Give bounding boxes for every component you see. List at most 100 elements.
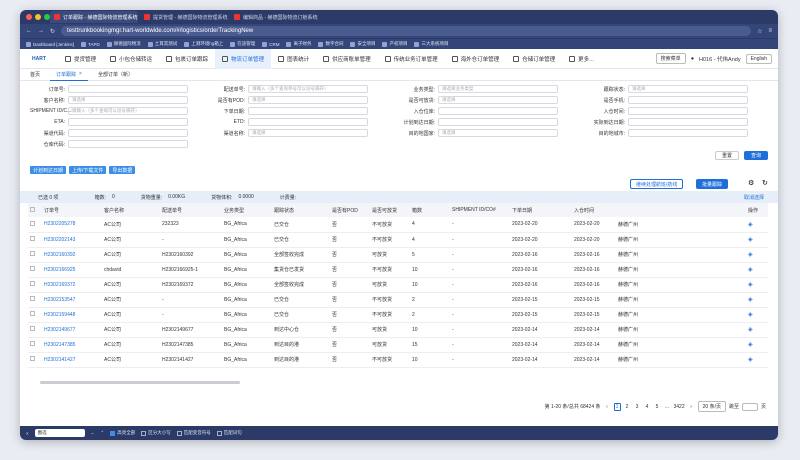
order-id-link[interactable]: H2302153547 bbox=[42, 292, 102, 308]
nav-item[interactable]: 小包仓储转运 bbox=[103, 49, 159, 69]
nav-item[interactable]: 仓储订单管理 bbox=[506, 49, 562, 69]
close-icon[interactable]: × bbox=[26, 431, 29, 436]
table-row[interactable]: H2302169372 AC公司 H2302169372 BG_Africa 全部签收完… bbox=[28, 277, 768, 293]
batch-track-button[interactable]: 批量跟踪 bbox=[696, 179, 729, 189]
filter-input[interactable] bbox=[248, 118, 368, 126]
nav-item[interactable]: 更多... bbox=[562, 49, 601, 69]
order-id-link[interactable]: H2302202143 bbox=[42, 232, 102, 248]
table-row[interactable]: H2302153547 AC公司 - BG_Africa 已交仓否不可放货 2-2023-… bbox=[28, 292, 768, 308]
filter-input[interactable] bbox=[68, 129, 188, 137]
nav-item[interactable]: 传统业务订单管理 bbox=[378, 49, 445, 69]
user-name[interactable]: H016 - 代伟Andy bbox=[699, 55, 741, 63]
view-detail-icon[interactable]: ◈ bbox=[748, 327, 753, 333]
filter-input[interactable] bbox=[628, 129, 748, 137]
language-button[interactable]: English bbox=[745, 53, 772, 64]
row-checkbox-cell[interactable] bbox=[28, 337, 42, 353]
page-number[interactable]: 2 bbox=[624, 403, 631, 411]
bookmark-item[interactable]: 三大系统项目 bbox=[414, 41, 448, 47]
find-option[interactable]: 匹配变音符号 bbox=[176, 430, 211, 436]
checkbox[interactable] bbox=[30, 266, 35, 271]
order-id-link[interactable]: H2302166925 bbox=[42, 262, 102, 278]
bookmark-item[interactable]: 产权项目 bbox=[382, 41, 407, 47]
filter-input[interactable]: 请选择 bbox=[248, 129, 368, 137]
order-id-link[interactable]: H2302159448 bbox=[42, 307, 102, 323]
page-number[interactable]: 3 bbox=[634, 403, 641, 411]
filter-input[interactable] bbox=[628, 118, 748, 126]
table-row[interactable]: H2302159448 AC公司 - BG_Africa 已交仓否不可放货 2-2023-… bbox=[28, 307, 768, 323]
filter-input[interactable] bbox=[68, 85, 188, 93]
order-id-link[interactable]: H2302147385 bbox=[42, 337, 102, 353]
order-id-link[interactable]: H2302169372 bbox=[42, 277, 102, 293]
bookmark-item[interactable]: 土耳其测试 bbox=[147, 41, 177, 47]
find-input[interactable]: 圈选 bbox=[34, 429, 85, 437]
filter-input[interactable] bbox=[68, 140, 188, 148]
filter-input[interactable]: 请选择 bbox=[628, 85, 748, 93]
search-menu-button[interactable]: 搜索菜单 bbox=[655, 53, 686, 64]
filter-input[interactable] bbox=[628, 96, 748, 104]
filter-input[interactable] bbox=[68, 118, 188, 126]
filter-input[interactable]: 请选择 bbox=[438, 129, 558, 137]
row-checkbox-cell[interactable] bbox=[28, 307, 42, 323]
bookmark-item[interactable]: 上测环境hg箱上 bbox=[184, 41, 223, 47]
bookmark-item[interactable]: 在途管理 bbox=[230, 41, 255, 47]
view-detail-icon[interactable]: ◈ bbox=[748, 237, 753, 243]
find-option[interactable]: 区分大小写 bbox=[141, 430, 171, 436]
checkbox[interactable] bbox=[176, 430, 182, 436]
row-checkbox-cell[interactable] bbox=[28, 217, 42, 233]
checkbox[interactable] bbox=[110, 430, 116, 436]
filter-input[interactable]: 请输入（多个查询单号可以逗号隔开） bbox=[248, 85, 368, 93]
prev-page-icon[interactable]: ‹ bbox=[604, 403, 611, 411]
page-number[interactable]: 1 bbox=[613, 402, 621, 411]
bookmark-item[interactable]: 赫德国际物流 bbox=[106, 41, 141, 47]
checkbox[interactable] bbox=[30, 206, 35, 212]
row-checkbox-cell[interactable] bbox=[28, 277, 42, 293]
bookmark-item[interactable]: CRM bbox=[262, 41, 279, 47]
page-number[interactable]: 4 bbox=[644, 403, 651, 411]
find-option[interactable]: 高亮全部 bbox=[110, 430, 135, 436]
nav-item[interactable]: 包裹订单跟踪 bbox=[159, 49, 215, 69]
table-row[interactable]: H2302166925 chdavid H2302166925-1 BG_Africa… bbox=[28, 262, 768, 278]
upload-download-button[interactable]: 上传/下载文件 bbox=[69, 166, 107, 174]
nav-item[interactable]: 海外仓订单管理 bbox=[445, 49, 507, 69]
bookmark-item[interactable]: TAPD bbox=[81, 41, 100, 47]
bookmark-item[interactable]: 数字合同 bbox=[318, 41, 343, 47]
checkbox[interactable] bbox=[30, 251, 35, 256]
checkbox[interactable] bbox=[30, 296, 35, 301]
view-detail-icon[interactable]: ◈ bbox=[748, 357, 753, 363]
order-id-link[interactable]: H2302205278 bbox=[42, 217, 102, 233]
nav-item[interactable]: 物流订单管理 bbox=[215, 48, 272, 69]
bookmark-item[interactable]: Dashboard [Jenkins] bbox=[26, 41, 74, 47]
window-controls[interactable] bbox=[26, 14, 50, 20]
url-field[interactable]: testtrunkbookingmgr.hart-worldwide.com/#… bbox=[61, 26, 752, 36]
tab-order-tracking[interactable]: 订单跟踪 × bbox=[50, 69, 88, 81]
page-size-select[interactable]: 20 条/页 bbox=[697, 401, 726, 412]
view-detail-icon[interactable]: ◈ bbox=[748, 252, 753, 258]
row-checkbox-cell[interactable] bbox=[28, 247, 42, 263]
filter-input[interactable] bbox=[438, 107, 558, 115]
chevron-up-icon[interactable]: ⌃ bbox=[100, 430, 104, 436]
filter-input[interactable]: 请选择 bbox=[248, 96, 368, 104]
chevron-down-icon[interactable]: ⌄ bbox=[91, 430, 95, 436]
refresh-icon[interactable]: ↻ bbox=[762, 179, 768, 187]
view-detail-icon[interactable]: ◈ bbox=[748, 282, 753, 288]
next-page-icon[interactable]: › bbox=[688, 403, 695, 411]
page-number[interactable]: ... bbox=[664, 403, 671, 411]
order-id-link[interactable]: H2302160392 bbox=[42, 247, 102, 263]
tab-home[interactable]: 首页 bbox=[24, 69, 46, 81]
row-checkbox-cell[interactable] bbox=[28, 292, 42, 308]
export-button[interactable]: 导出数据 bbox=[109, 166, 136, 174]
table-row[interactable]: H2302205278 AC公司 232323 BG_Africa 已交仓否不可放货 4-… bbox=[28, 217, 768, 233]
view-detail-icon[interactable]: ◈ bbox=[748, 267, 753, 273]
forward-icon[interactable]: → bbox=[38, 28, 44, 34]
table-row[interactable]: H2302141427 AC公司 H2302141427 BG_Africa 到达目的港… bbox=[28, 352, 768, 368]
view-detail-icon[interactable]: ◈ bbox=[748, 297, 753, 303]
table-row[interactable]: H2302160392 AC公司 H2302160392 BG_Africa 全部签收完… bbox=[28, 247, 768, 263]
checkbox[interactable] bbox=[141, 430, 147, 436]
row-checkbox-cell[interactable] bbox=[28, 352, 42, 368]
select-all-checkbox[interactable] bbox=[28, 203, 42, 217]
view-detail-icon[interactable]: ◈ bbox=[748, 342, 753, 348]
page-number[interactable]: 3422 bbox=[674, 403, 685, 411]
filter-input[interactable]: 请选择业务类型 bbox=[438, 85, 558, 93]
back-icon[interactable]: ← bbox=[26, 28, 32, 34]
close-icon[interactable]: × bbox=[79, 71, 82, 77]
